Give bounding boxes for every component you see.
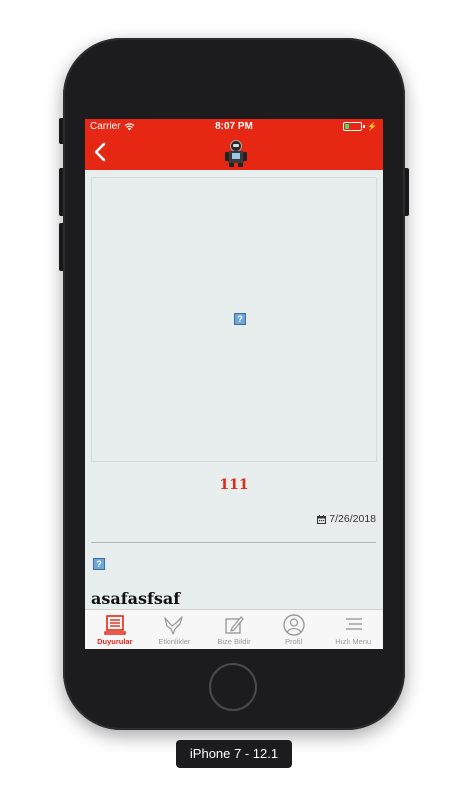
edit-icon bbox=[225, 616, 244, 634]
tab-bar: Duyurular Etkinlikler Bize Bildir Profil bbox=[85, 609, 383, 649]
chevron-left-icon bbox=[94, 142, 106, 162]
broken-image-icon: ? bbox=[93, 558, 105, 570]
battery-tip bbox=[363, 125, 366, 128]
status-time: 8:07 PM bbox=[215, 121, 253, 132]
post-image: ? bbox=[91, 177, 377, 462]
battery-icon bbox=[343, 122, 363, 131]
newspaper-icon bbox=[104, 615, 126, 635]
post-date-text: 7/26/2018 bbox=[329, 513, 376, 525]
status-right: ⚡ bbox=[343, 122, 377, 131]
charging-bolt-icon: ⚡ bbox=[367, 122, 377, 131]
tab-hizli-menu[interactable]: Hızlı Menu bbox=[323, 610, 383, 649]
tab-duyurular[interactable]: Duyurular bbox=[85, 610, 145, 649]
status-bar: Carrier 8:07 PM ⚡ bbox=[85, 119, 383, 135]
tab-label: Duyurular bbox=[97, 637, 133, 646]
tab-label: Hızlı Menu bbox=[335, 637, 372, 646]
calendar-icon bbox=[317, 514, 327, 524]
app-screen: Carrier 8:07 PM ⚡ ? 111 7/26/2018 ? asaf… bbox=[85, 119, 383, 649]
robot-logo-icon bbox=[221, 138, 251, 168]
tab-label: Profil bbox=[285, 637, 303, 646]
profile-icon bbox=[282, 614, 305, 636]
post-date: 7/26/2018 bbox=[317, 513, 376, 525]
menu-lines-icon bbox=[346, 618, 363, 630]
post-title: 111 bbox=[219, 477, 249, 493]
nav-bar bbox=[85, 135, 383, 170]
bird-icon bbox=[164, 616, 184, 635]
back-button[interactable] bbox=[91, 141, 111, 163]
tab-label: Etkinlikler bbox=[158, 637, 191, 646]
device-caption: iPhone 7 - 12.1 bbox=[176, 740, 292, 768]
tab-label: Bize Bildir bbox=[217, 637, 251, 646]
home-button[interactable] bbox=[209, 663, 257, 711]
broken-image-icon: ? bbox=[234, 313, 246, 325]
tab-bize-bildir[interactable]: Bize Bildir bbox=[204, 610, 264, 649]
content-divider bbox=[91, 542, 376, 543]
tab-profil[interactable]: Profil bbox=[264, 610, 324, 649]
item-title: asafasfsaf bbox=[91, 589, 181, 608]
tab-etkinlikler[interactable]: Etkinlikler bbox=[145, 610, 205, 649]
